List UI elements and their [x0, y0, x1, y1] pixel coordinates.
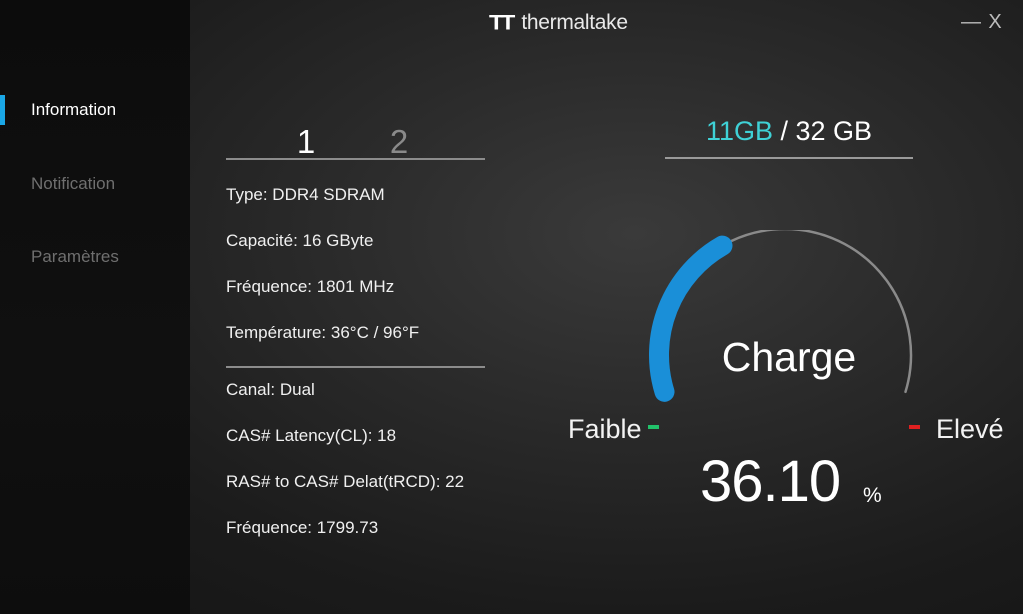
thermaltake-logo-icon: TT [489, 10, 515, 35]
sidebar-item-information[interactable]: Information [0, 93, 190, 127]
minimize-button[interactable]: — [960, 10, 982, 34]
gauge-title: Charge [721, 334, 857, 380]
active-indicator [0, 95, 5, 125]
app-window: Information Notification Paramètres TT t… [0, 0, 1023, 614]
section-divider [226, 366, 485, 368]
sidebar-item-label: Information [31, 100, 117, 119]
cas-latency: CAS# Latency(CL): 18 [226, 426, 397, 445]
usage-underline [665, 157, 913, 159]
brand-name: thermaltake [521, 11, 628, 34]
sidebar-item-parametres[interactable]: Paramètres [0, 240, 190, 274]
memory-frequency: Fréquence: 1801 MHz [226, 277, 395, 296]
tab-divider [226, 158, 485, 160]
memory-channel: Canal: Dual [226, 380, 315, 399]
load-percent-value: 36.10 [700, 449, 841, 514]
low-label: Faible [568, 414, 642, 444]
memory-capacity: Capacité: 16 GByte [226, 231, 374, 250]
memory-type: Type: DDR4 SDRAM [226, 185, 385, 204]
sidebar: Information Notification Paramètres [0, 0, 190, 614]
app-logo: TT thermaltake [489, 10, 628, 36]
memory-frequency-actual: Fréquence: 1799.73 [226, 518, 379, 537]
memory-temperature: Température: 36°C / 96°F [226, 323, 420, 342]
sidebar-item-label: Paramètres [31, 247, 119, 266]
used-memory: 11GB [705, 116, 773, 146]
usage-separator: / [772, 116, 796, 146]
low-marker [648, 425, 659, 429]
total-memory: 32 GB [795, 116, 873, 146]
ras-to-cas: RAS# to CAS# Delat(tRCD): 22 [226, 472, 465, 491]
load-percent-unit: % [863, 484, 882, 507]
high-label: Elevé [936, 414, 1004, 444]
sidebar-item-notification[interactable]: Notification [0, 167, 190, 201]
high-marker [909, 425, 920, 429]
sidebar-item-label: Notification [31, 174, 116, 193]
close-button[interactable]: X [984, 10, 1006, 34]
memory-usage: 11GB / 32 GB [665, 116, 913, 147]
